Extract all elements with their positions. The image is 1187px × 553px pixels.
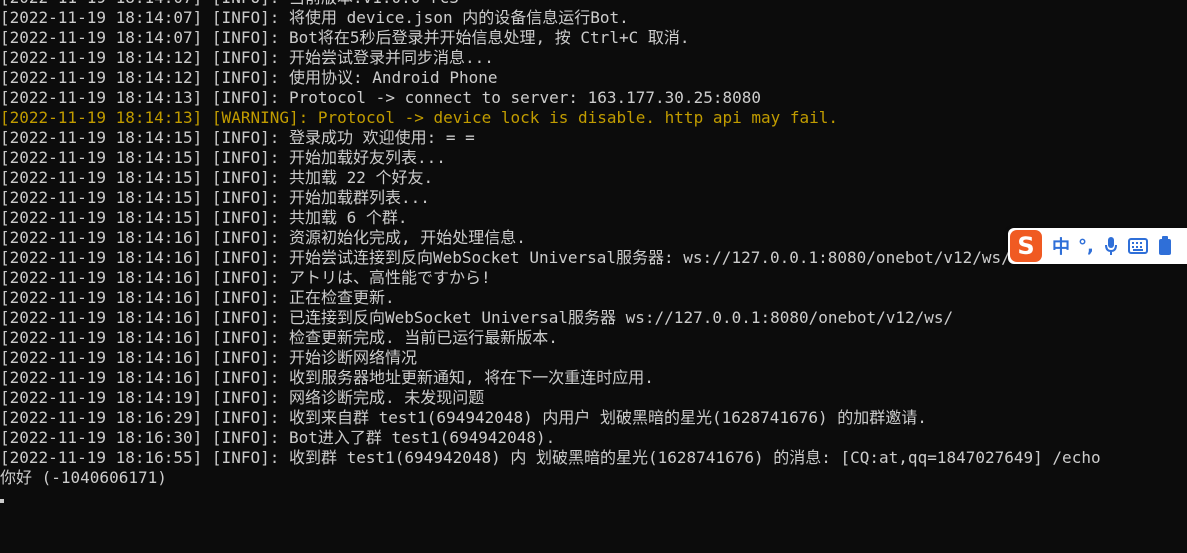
- log-line: [2022-11-19 18:14:16] [INFO]: アトリは、高性能です…: [0, 268, 491, 287]
- log-line: [2022-11-19 18:14:16] [INFO]: 已连接到反向WebS…: [0, 308, 954, 327]
- log-line: [2022-11-19 18:14:12] [INFO]: 开始尝试登录并同步消…: [0, 48, 494, 67]
- log-line: [2022-11-19 18:16:55] [INFO]: 收到群 test1(…: [0, 448, 1101, 467]
- log-line: [2022-11-19 18:14:16] [INFO]: 开始诊断网络情况: [0, 348, 417, 367]
- console-window[interactable]: [2022-11-19 18:14:07] [INFO]: 当前版本:v1.0.…: [0, 0, 1187, 553]
- microphone-icon[interactable]: [1104, 236, 1118, 256]
- log-line: [2022-11-19 18:16:29] [INFO]: 收到来自群 test…: [0, 408, 927, 427]
- log-line: [2022-11-19 18:14:07] [INFO]: Bot将在5秒后登录…: [0, 28, 690, 47]
- toolbox-icon[interactable]: [1158, 236, 1172, 256]
- log-line-warning: [2022-11-19 18:14:13] [WARNING]: Protoco…: [0, 108, 839, 127]
- log-line: [2022-11-19 18:14:15] [INFO]: 登录成功 欢迎使用:…: [0, 128, 475, 147]
- log-line: [2022-11-19 18:14:16] [INFO]: 收到服务器地址更新通…: [0, 368, 654, 387]
- keyboard-icon[interactable]: [1127, 238, 1148, 254]
- log-line: [2022-11-19 18:14:07] [INFO]: 将使用 device…: [0, 8, 629, 27]
- log-line: [2022-11-19 18:14:12] [INFO]: 使用协议: Andr…: [0, 68, 498, 87]
- ime-mode-toggle[interactable]: 中: [1052, 233, 1070, 259]
- ime-punctuation-toggle[interactable]: °,: [1078, 236, 1094, 257]
- log-line: [2022-11-19 18:14:16] [INFO]: 检查更新完成. 当前…: [0, 328, 558, 347]
- prompt-line[interactable]: [0, 488, 1187, 508]
- log-line: [2022-11-19 18:14:15] [INFO]: 共加载 22 个好友…: [0, 168, 434, 187]
- log-line: [2022-11-19 18:14:15] [INFO]: 共加载 6 个群.: [0, 208, 408, 227]
- log-line: 你好 (-1040606171): [0, 468, 167, 487]
- log-line: [2022-11-19 18:14:15] [INFO]: 开始加载群列表...: [0, 188, 430, 207]
- sogou-logo-icon[interactable]: S: [1010, 230, 1042, 262]
- log-line: [2022-11-19 18:14:13] [INFO]: Protocol -…: [0, 88, 761, 107]
- text-cursor: [0, 499, 4, 503]
- log-line: [2022-11-19 18:14:16] [INFO]: 正在检查更新.: [0, 288, 395, 307]
- log-line: [2022-11-19 18:14:07] [INFO]: 当前版本:v1.0.…: [0, 0, 1187, 8]
- log-line: [2022-11-19 18:14:15] [INFO]: 开始加载好友列表..…: [0, 148, 446, 167]
- log-line: [2022-11-19 18:16:30] [INFO]: Bot进入了群 te…: [0, 428, 556, 447]
- log-line: [2022-11-19 18:14:19] [INFO]: 网络诊断完成. 未发…: [0, 388, 485, 407]
- ime-toolbar[interactable]: S 中 °,: [1008, 228, 1187, 264]
